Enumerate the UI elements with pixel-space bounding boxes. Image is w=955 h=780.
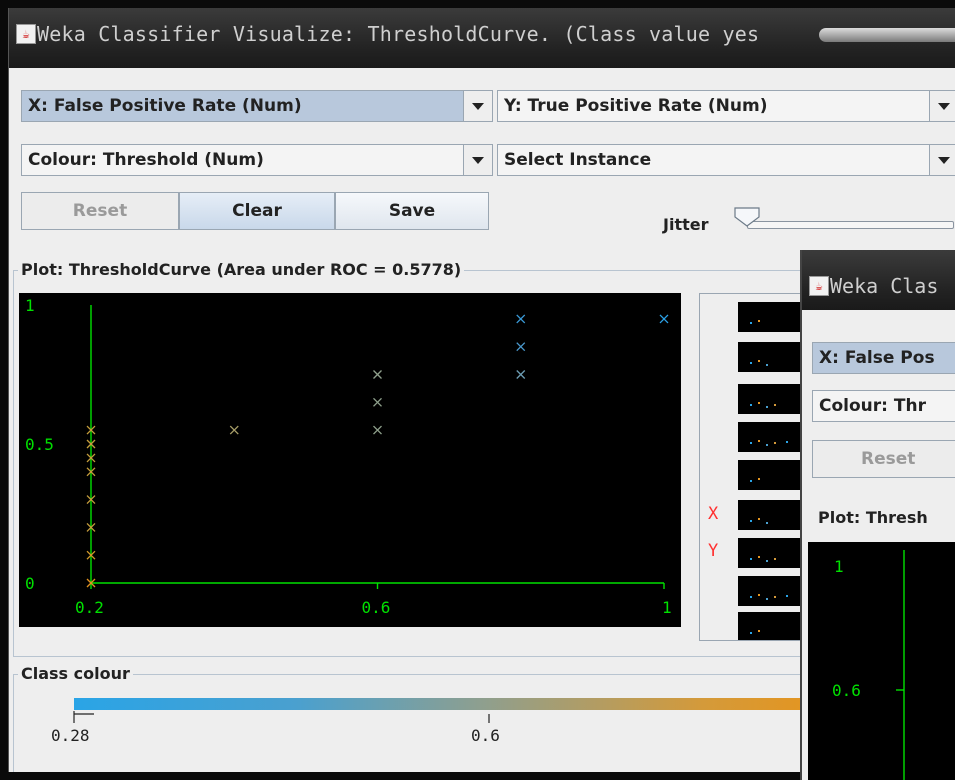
second-x-axis-label: X: False Pos [819,348,935,368]
second-y-tick-mid: 0.6 [832,681,861,700]
strip-dot [750,632,752,634]
y-axis-label: Y: True Positive Rate (Num) [504,96,768,116]
x-tick-label: 1 [662,598,672,617]
strip-dot [750,480,752,482]
data-point [659,314,669,324]
select-instance-select[interactable]: Select Instance [497,144,955,176]
strip-dot [758,630,760,632]
data-point [229,425,239,435]
chevron-down-icon[interactable] [463,145,492,175]
plot-points [86,314,669,588]
data-point [516,370,526,379]
strip-dot [774,404,776,406]
strip-dot [758,320,760,322]
second-x-axis-select[interactable]: X: False Pos [812,342,955,374]
strip-dot [774,558,776,560]
class-colour-bar [74,698,814,710]
legend-x: X [708,504,719,524]
second-window-title: Weka Clas [830,274,939,298]
strip-dot [758,556,760,558]
data-point [516,342,526,352]
strip-dot [750,558,752,560]
second-scatter-plot[interactable]: 1 0.6 [808,542,955,780]
second-window[interactable]: ☕ Weka Clas X: False Pos Colour: Thr Res… [800,250,955,780]
x-tick-label: 0.2 [75,598,104,617]
strip-dot [758,440,760,442]
strip-dot [766,560,768,562]
strip-dot [758,518,760,520]
plot-title: Plot: ThresholdCurve (Area under ROC = 0… [18,260,465,279]
data-point [373,370,382,379]
second-plot-svg: 1 0.6 [832,550,905,780]
chevron-down-icon[interactable] [463,91,492,121]
second-y-tick-top: 1 [834,557,844,576]
jitter-slider-knob[interactable] [734,207,760,227]
strip-dot [774,596,776,598]
jitter-label: Jitter [663,215,709,234]
strip-dot [750,404,752,406]
scatter-plot-svg: 1 0.5 0 0.2 0.6 1 [25,296,672,617]
reset-button[interactable]: Reset [21,192,179,230]
strip-dot [750,442,752,444]
java-app-icon: ☕ [16,24,36,44]
second-colour-select[interactable]: Colour: Thr [812,390,955,422]
strip-dot [758,402,760,404]
strip-dot [766,406,768,408]
clear-button[interactable]: Clear [179,192,335,230]
x-tick-label: 0.6 [362,598,391,617]
window-controls[interactable] [819,28,955,42]
scatter-plot[interactable]: 1 0.5 0 0.2 0.6 1 [19,293,681,627]
save-button[interactable]: Save [335,192,489,230]
second-window-title-bar[interactable]: ☕ Weka Clas [802,250,955,310]
strip-dot [750,596,752,598]
strip-dot [750,362,752,364]
strip-dot [766,364,768,366]
chevron-down-icon[interactable] [929,91,955,121]
strip-dot [750,520,752,522]
strip-dot [766,598,768,600]
select-instance-label: Select Instance [504,150,652,170]
y-axis-select[interactable]: Y: True Positive Rate (Num) [497,90,955,122]
attribute-strips: X Y [708,302,810,642]
data-point [516,314,526,324]
colour-tick-min: 0.28 [51,726,90,745]
strip-dot [774,442,776,444]
x-axis-select[interactable]: X: False Positive Rate (Num) [21,90,493,122]
second-plot-title: Plot: Thresh [818,508,928,527]
colour-tick-mid: 0.6 [471,726,500,745]
strip-dot [750,322,752,324]
strip-dot [766,444,768,446]
java-app-icon: ☕ [809,276,829,296]
colour-bar-ticks [73,711,490,723]
strip-dot [758,594,760,596]
attribute-strip-panel[interactable]: X Y [699,293,811,642]
second-colour-label: Colour: Thr [819,396,926,416]
colour-select[interactable]: Colour: Threshold (Num) [21,144,493,176]
window-title: Weka Classifier Visualize: ThresholdCurv… [37,22,760,46]
strip-dot [758,360,760,362]
title-bar[interactable]: ☕ Weka Classifier Visualize: ThresholdCu… [9,8,955,68]
strip-dot [786,595,788,597]
legend-y: Y [708,541,718,561]
y-tick-label: 0 [25,574,35,593]
y-tick-label: 1 [25,296,35,315]
strip-dot [766,522,768,524]
chevron-down-icon[interactable] [929,145,955,175]
y-tick-label: 0.5 [25,435,54,454]
strip-dot [758,478,760,480]
second-reset-button[interactable]: Reset [812,440,955,478]
plot-axes: 1 0.5 0 0.2 0.6 1 [25,296,672,617]
colour-label: Colour: Threshold (Num) [28,150,264,170]
data-point [373,425,382,435]
data-point [373,397,382,407]
jitter-slider[interactable] [747,221,954,229]
strip-dot [786,441,788,443]
class-colour-title: Class colour [18,664,133,683]
x-axis-label: X: False Positive Rate (Num) [28,96,302,116]
